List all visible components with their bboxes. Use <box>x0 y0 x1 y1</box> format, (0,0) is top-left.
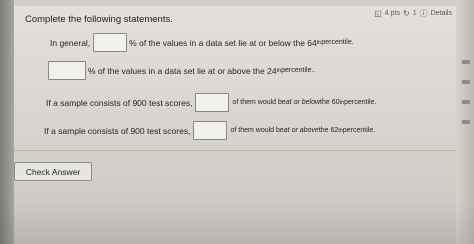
homework-screen: ◱ 4 pts ↻ 1 ⓘ Details Complete the follo… <box>0 0 474 244</box>
check-answer-button[interactable]: Check Answer <box>14 162 92 181</box>
statement-4-text-b: the 62 <box>318 127 339 134</box>
question-heading: Complete the following statements. <box>25 14 173 25</box>
statement-3-emphasis: at or below <box>285 99 321 106</box>
statement-2-end: percentile.. <box>281 67 316 74</box>
statement-4: If a sample consists of 900 test scores,… <box>44 121 375 140</box>
bottom-shade <box>0 200 474 244</box>
scroll-tick <box>462 60 470 64</box>
points-label: 4 pts <box>384 10 400 17</box>
statement-4-emphasis: at or above <box>283 127 319 134</box>
scroll-tick <box>462 120 470 124</box>
answer-input-4[interactable] <box>193 121 228 140</box>
retry-count: 1 <box>412 10 417 17</box>
details-link[interactable]: Details <box>431 10 452 17</box>
retry-icon[interactable]: ↻ <box>403 9 410 18</box>
statement-3: If a sample consists of 900 test scores,… <box>46 93 376 112</box>
bookmark-icon[interactable]: ◱ <box>374 9 382 18</box>
statement-4-end: percentile. <box>342 127 376 134</box>
statement-2-text: % of the values in a data set lie at or … <box>88 65 277 76</box>
answer-input-1[interactable] <box>93 33 128 52</box>
statement-4-prefix: If a sample consists of 900 test scores, <box>44 125 191 136</box>
statement-3-prefix: If a sample consists of 900 test scores, <box>46 97 193 108</box>
statement-3-end: percentile. <box>344 99 377 106</box>
answer-input-2[interactable] <box>48 61 86 80</box>
statement-3-text-a: of them would be <box>232 99 286 106</box>
answer-input-3[interactable] <box>195 93 230 112</box>
statement-1-text: % of the values in a data set lie at or … <box>129 37 317 48</box>
statement-2: % of the values in a data set lie at or … <box>46 61 315 80</box>
scroll-tick <box>462 100 470 104</box>
top-bar <box>14 0 456 6</box>
statement-3-text-b: the 60 <box>320 99 340 106</box>
statement-1: In general, % of the values in a data se… <box>50 33 354 52</box>
section-divider <box>14 150 456 151</box>
statement-4-text-a: of them would be <box>230 127 284 134</box>
statement-1-end: percentile. <box>321 39 354 46</box>
scroll-tick <box>462 80 470 84</box>
statement-1-prefix: In general, <box>50 37 91 48</box>
details-icon[interactable]: ⓘ <box>420 8 428 19</box>
question-meta: ◱ 4 pts ↻ 1 ⓘ Details <box>374 8 452 19</box>
